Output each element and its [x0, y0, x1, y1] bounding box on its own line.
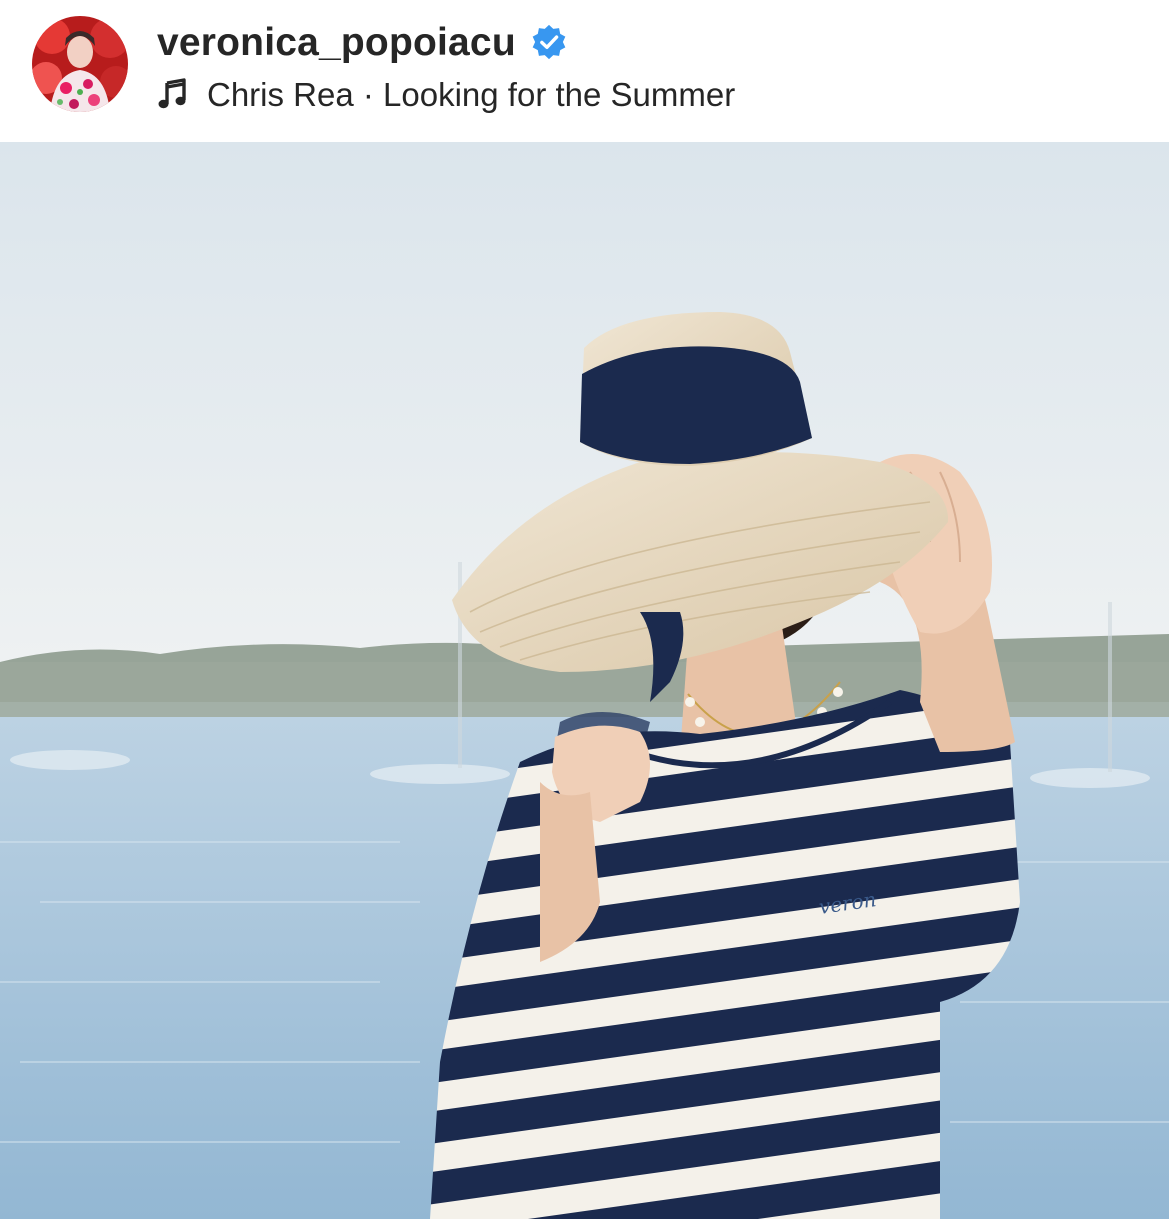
music-note-icon: [157, 78, 189, 110]
profile-avatar[interactable]: [32, 16, 128, 112]
username-row: veronica_popoiacu: [157, 18, 568, 66]
username[interactable]: veronica_popoiacu: [157, 23, 516, 62]
instagram-post: veronica_popoiacu Chris Rea · Looking fo…: [0, 0, 1169, 1219]
audio-row[interactable]: Chris Rea · Looking for the Summer: [157, 72, 735, 116]
audio-track-label: Chris Rea · Looking for the Summer: [207, 75, 736, 113]
verified-badge-icon: [530, 23, 568, 61]
post-photo[interactable]: veron: [0, 142, 1169, 1219]
post-header: veronica_popoiacu Chris Rea · Looking fo…: [0, 0, 1169, 142]
